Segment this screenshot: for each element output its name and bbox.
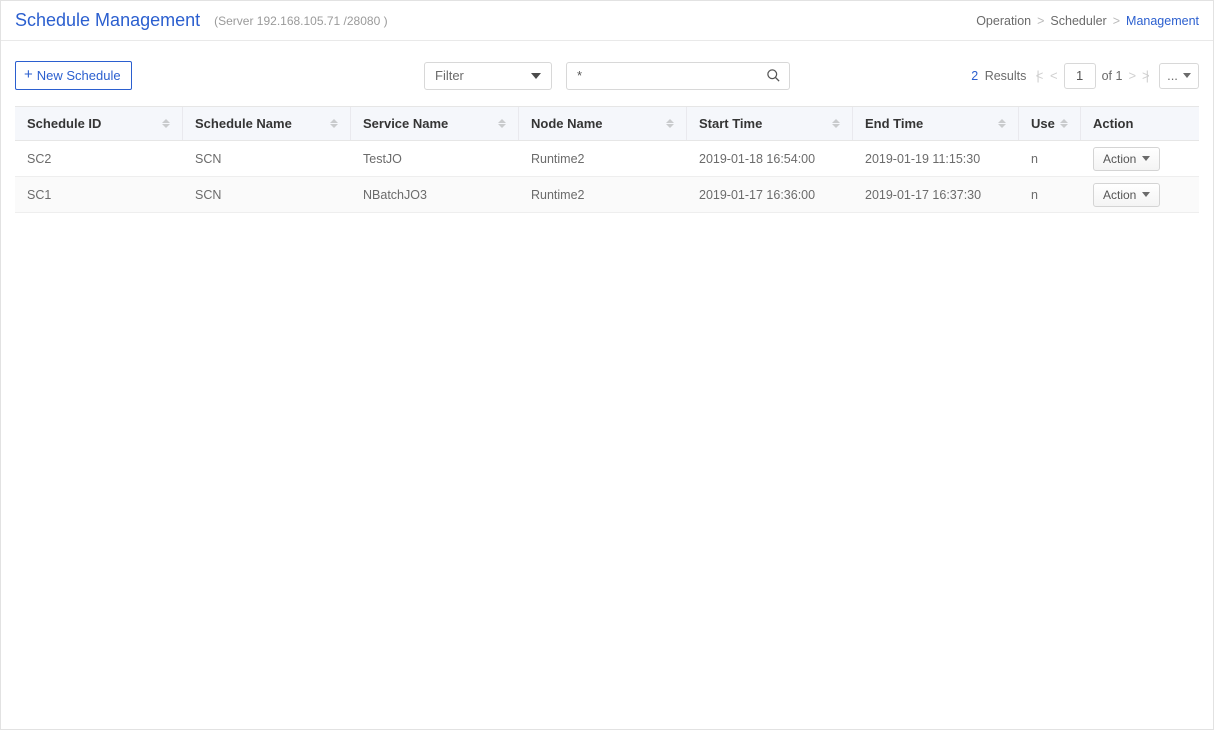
sort-icon — [498, 119, 506, 128]
page-header: Schedule Management (Server 192.168.105.… — [1, 1, 1213, 41]
chevron-down-icon — [1142, 156, 1150, 161]
chevron-down-icon — [1183, 73, 1191, 78]
results-text: 2 Results — [971, 69, 1026, 83]
filter-label: Filter — [435, 68, 464, 83]
results-count: 2 — [971, 69, 978, 83]
cell-node-name: Runtime2 — [519, 177, 687, 212]
page-input[interactable] — [1064, 63, 1096, 89]
col-schedule-id[interactable]: Schedule ID — [15, 107, 183, 140]
more-menu-button[interactable]: ... — [1159, 63, 1199, 89]
sort-icon — [832, 119, 840, 128]
sort-icon — [1060, 119, 1068, 128]
cell-service-name: TestJO — [351, 141, 519, 176]
cell-end-time: 2019-01-19 11:15:30 — [853, 141, 1019, 176]
chevron-down-icon — [1142, 192, 1150, 197]
col-schedule-name[interactable]: Schedule Name — [183, 107, 351, 140]
sort-icon — [666, 119, 674, 128]
search-icon[interactable] — [766, 68, 781, 83]
chevron-right-icon: > — [1113, 14, 1120, 28]
cell-schedule-id: SC2 — [15, 141, 183, 176]
cell-end-time: 2019-01-17 16:37:30 — [853, 177, 1019, 212]
sort-icon — [998, 119, 1006, 128]
search-input[interactable] — [575, 67, 760, 84]
server-info: (Server 192.168.105.71 /28080 ) — [214, 14, 387, 28]
col-use[interactable]: Use — [1019, 107, 1081, 140]
col-node-name[interactable]: Node Name — [519, 107, 687, 140]
toolbar: + New Schedule Filter 2 Resul — [1, 41, 1213, 106]
col-end-time[interactable]: End Time — [853, 107, 1019, 140]
cell-schedule-name: SCN — [183, 177, 351, 212]
results-label: Results — [985, 69, 1027, 83]
cell-action: Action — [1081, 141, 1199, 176]
cell-use: n — [1019, 141, 1081, 176]
chevron-down-icon — [531, 73, 541, 79]
page-title: Schedule Management — [15, 10, 200, 31]
right-controls: 2 Results |< < of 1 > >| ... — [971, 63, 1199, 89]
page-prev-icon[interactable]: < — [1050, 68, 1058, 83]
cell-action: Action — [1081, 177, 1199, 212]
filter-select[interactable]: Filter — [424, 62, 552, 90]
sort-icon — [330, 119, 338, 128]
page-next-icon[interactable]: > — [1128, 68, 1136, 83]
schedule-table: Schedule ID Schedule Name Service Name N… — [15, 106, 1199, 213]
cell-service-name: NBatchJO3 — [351, 177, 519, 212]
app-frame: Schedule Management (Server 192.168.105.… — [0, 0, 1214, 730]
cell-start-time: 2019-01-18 16:54:00 — [687, 141, 853, 176]
more-label: ... — [1167, 68, 1178, 83]
new-schedule-button[interactable]: + New Schedule — [15, 61, 132, 90]
cell-schedule-name: SCN — [183, 141, 351, 176]
cell-start-time: 2019-01-17 16:36:00 — [687, 177, 853, 212]
breadcrumb-level2[interactable]: Scheduler — [1050, 14, 1106, 28]
row-action-button[interactable]: Action — [1093, 183, 1160, 207]
cell-schedule-id: SC1 — [15, 177, 183, 212]
cell-node-name: Runtime2 — [519, 141, 687, 176]
sort-icon — [162, 119, 170, 128]
page-first-icon[interactable]: |< — [1036, 68, 1044, 83]
page-of-label: of 1 — [1102, 69, 1123, 83]
table-row[interactable]: SC2 SCN TestJO Runtime2 2019-01-18 16:54… — [15, 141, 1199, 177]
col-action: Action — [1081, 107, 1199, 140]
table-header-row: Schedule ID Schedule Name Service Name N… — [15, 107, 1199, 141]
col-service-name[interactable]: Service Name — [351, 107, 519, 140]
table-row[interactable]: SC1 SCN NBatchJO3 Runtime2 2019-01-17 16… — [15, 177, 1199, 213]
center-controls: Filter — [424, 62, 790, 90]
cell-use: n — [1019, 177, 1081, 212]
chevron-right-icon: > — [1037, 14, 1044, 28]
table-body: SC2 SCN TestJO Runtime2 2019-01-18 16:54… — [15, 141, 1199, 213]
col-start-time[interactable]: Start Time — [687, 107, 853, 140]
plus-icon: + — [24, 67, 33, 82]
new-schedule-label: New Schedule — [37, 68, 121, 83]
pager: |< < of 1 > >| — [1036, 63, 1149, 89]
breadcrumb-level1[interactable]: Operation — [976, 14, 1031, 28]
search-box — [566, 62, 790, 90]
row-action-button[interactable]: Action — [1093, 147, 1160, 171]
breadcrumb: Operation > Scheduler > Management — [976, 14, 1199, 28]
page-last-icon[interactable]: >| — [1142, 68, 1149, 83]
breadcrumb-level3[interactable]: Management — [1126, 14, 1199, 28]
